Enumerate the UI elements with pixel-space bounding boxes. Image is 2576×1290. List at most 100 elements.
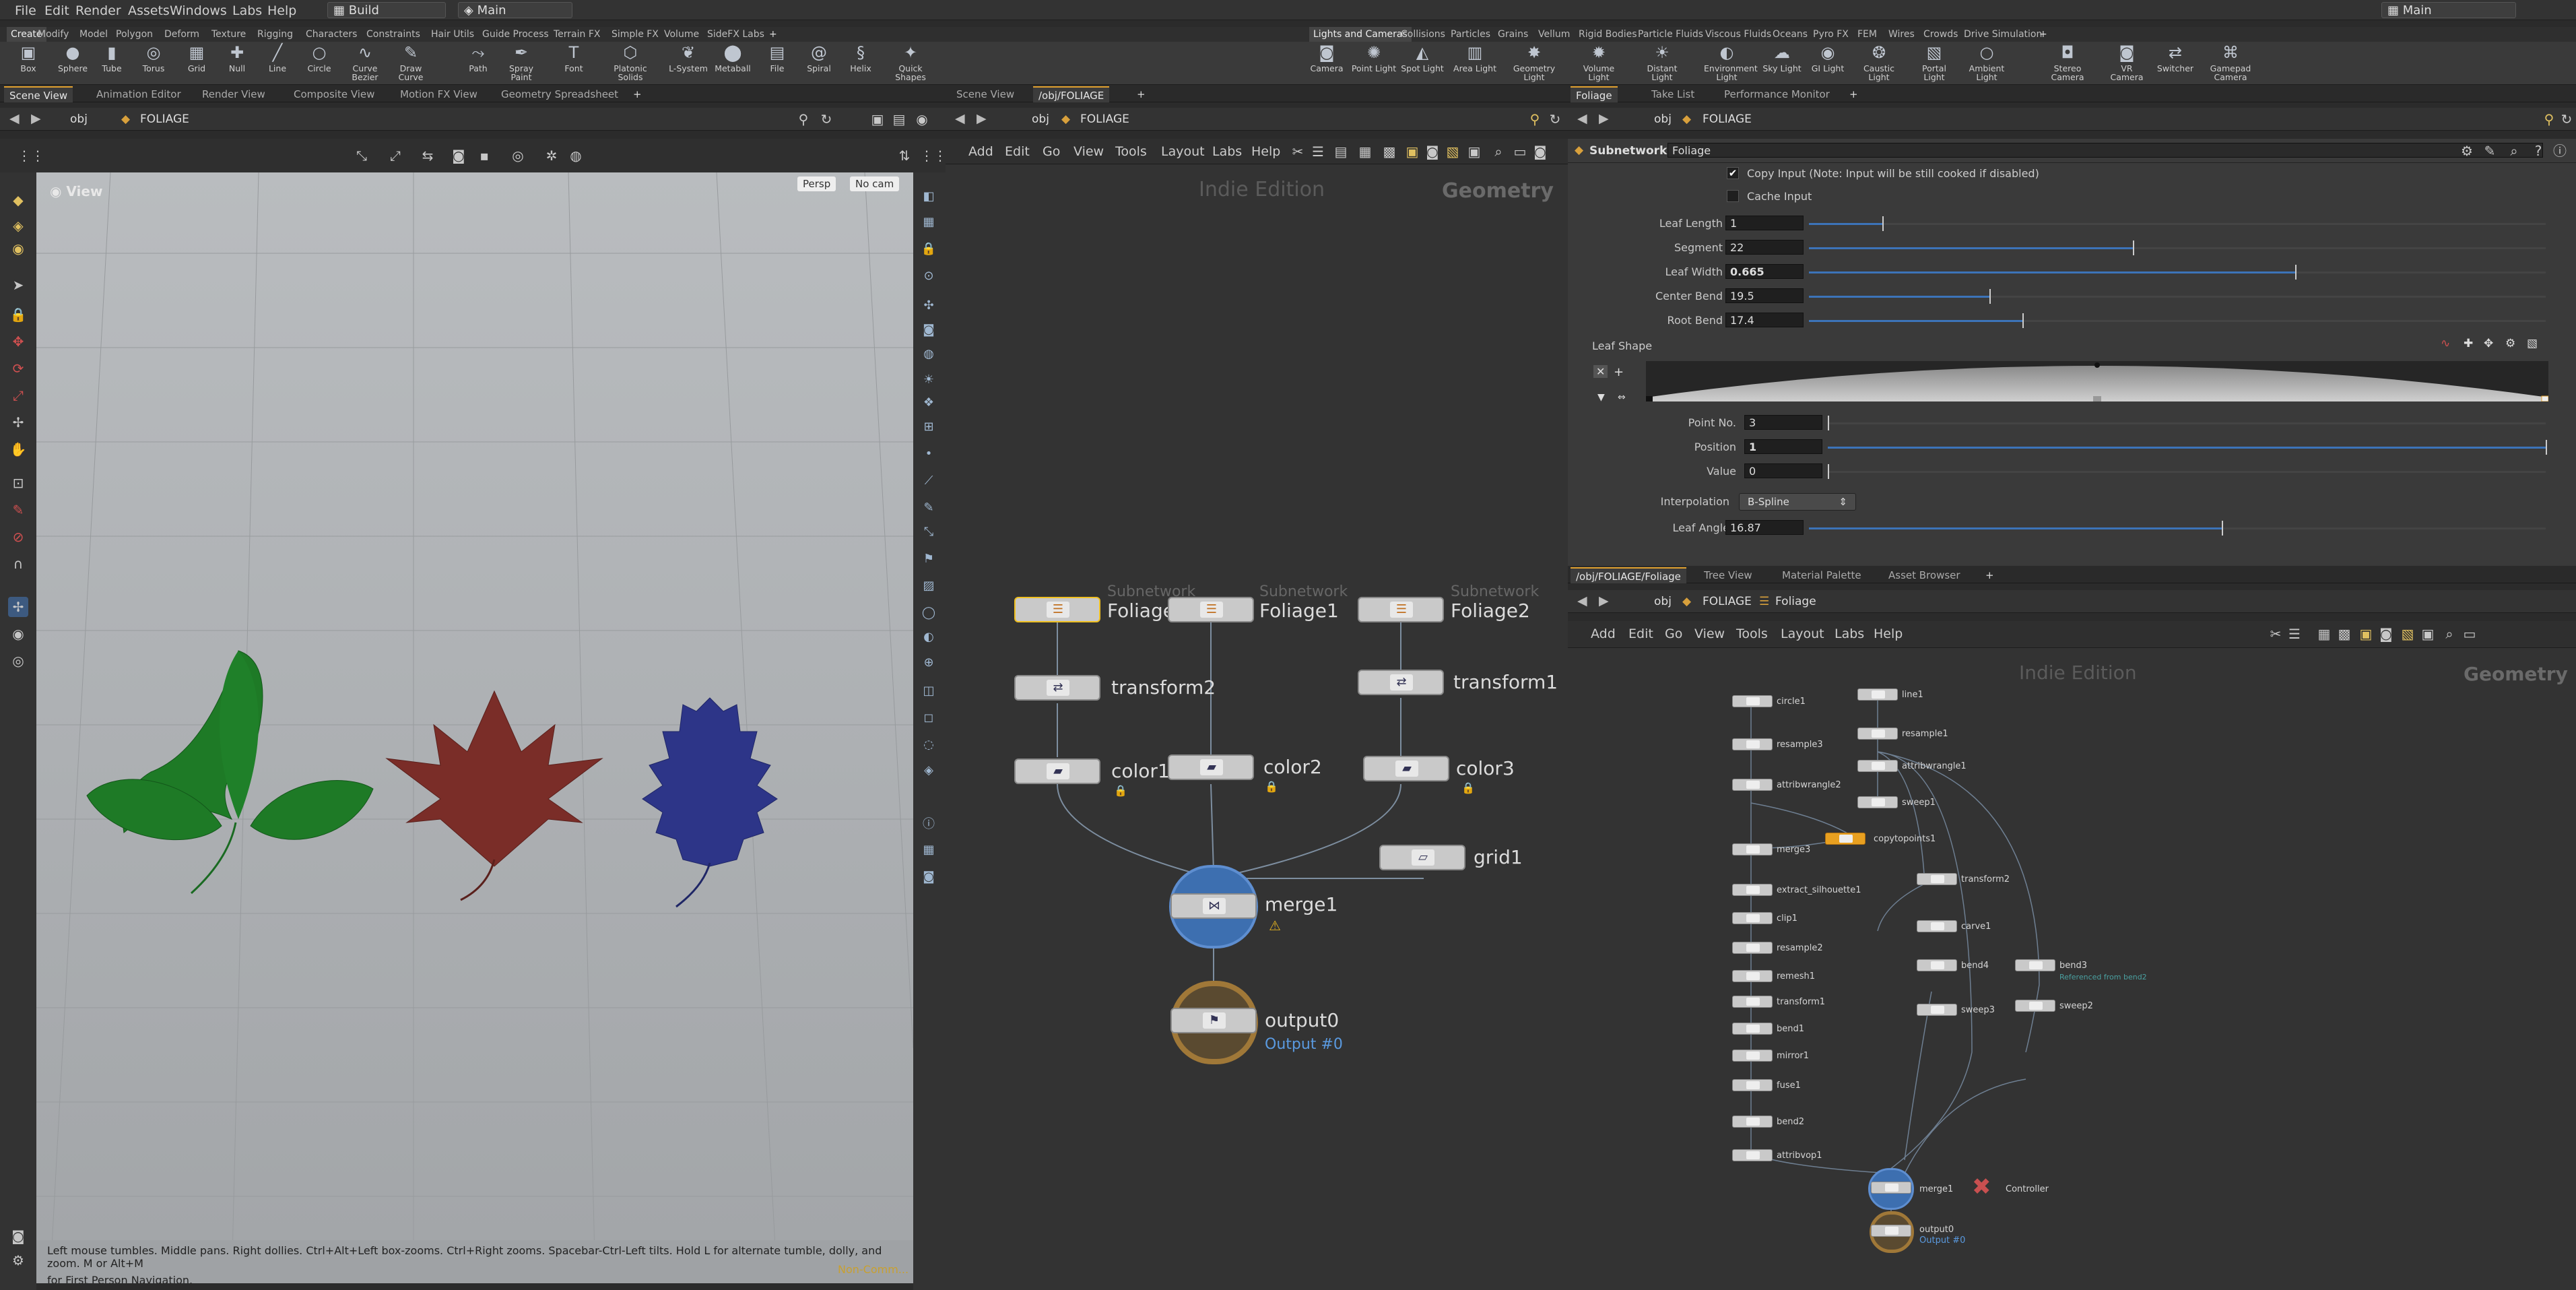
attribwrangle2-node[interactable] xyxy=(1732,779,1773,791)
display-visualize-icon[interactable]: ◍ xyxy=(920,345,937,364)
display-vert-icon[interactable]: ⊕ xyxy=(920,653,937,672)
shelf-tool-camera[interactable]: ◙ Camera xyxy=(1304,43,1350,73)
shelf-add-tab-icon[interactable]: + xyxy=(765,27,781,42)
display-camera-icon[interactable]: ◙ xyxy=(920,321,937,340)
render-region-icon[interactable]: ◍ xyxy=(567,147,585,164)
shelf-tab-modify[interactable]: Modify xyxy=(34,27,73,42)
rotate-icon[interactable]: ⟳ xyxy=(8,358,28,379)
shelf-tool-l-system[interactable]: ❦ L-System xyxy=(665,43,711,73)
center-bend-slider[interactable] xyxy=(1809,289,2546,304)
shelf-tool-metaball[interactable]: ⬤ Metaball xyxy=(710,43,756,73)
shelf-tab-crowds[interactable]: Crowds xyxy=(1919,27,1962,42)
shelf-tool-grid[interactable]: ▦ Grid xyxy=(174,43,220,73)
desktop-dropdown[interactable]: ▦ Build xyxy=(327,2,446,18)
shelf-tool-curve-bezier[interactable]: ∿ Curve Bezier xyxy=(342,43,388,82)
shelf-tab-guide-process[interactable]: Guide Process xyxy=(478,27,553,42)
shelf-tab-vellum[interactable]: Vellum xyxy=(1534,27,1574,42)
circle1-node[interactable] xyxy=(1732,695,1773,707)
merge3-node[interactable] xyxy=(1732,843,1773,856)
path-segment-foliage-sub[interactable]: Foliage xyxy=(1775,595,1816,608)
refresh-icon-3[interactable]: ↻ xyxy=(2558,110,2575,128)
net-grid-icon[interactable]: ▦ xyxy=(1356,143,1374,160)
handle-icon[interactable]: ✢ xyxy=(8,412,28,432)
path-segment-foliage-3[interactable]: FOLIAGE xyxy=(1703,112,1752,126)
ramp-position-slider-knob[interactable] xyxy=(2546,440,2547,455)
ramp-editor[interactable] xyxy=(1646,361,2548,401)
geometry-mode-icon[interactable]: ◉ xyxy=(8,238,28,259)
sub-menu-add[interactable]: Add xyxy=(1591,626,1616,641)
shelf-tab-terrain-fx[interactable]: Terrain FX xyxy=(550,27,605,42)
sub-output0-node[interactable] xyxy=(1871,1225,1911,1237)
segment-slider-knob[interactable] xyxy=(2133,240,2135,255)
menu-file[interactable]: File xyxy=(15,3,36,18)
ramp-settings-icon[interactable]: ⚙ xyxy=(2505,337,2515,350)
shelf-tool-volume-light[interactable]: ✹ Volume Light xyxy=(1576,43,1622,82)
sub-tools-icon[interactable]: ✂ xyxy=(2267,625,2284,643)
shelf-tab-characters[interactable]: Characters xyxy=(302,27,361,42)
net-menu-view[interactable]: View xyxy=(1074,144,1104,159)
display-menu-icon[interactable]: ⇅ xyxy=(896,147,913,164)
select-mode-icon[interactable]: ◆ xyxy=(8,190,28,210)
path-segment-obj-3[interactable]: obj xyxy=(1654,112,1672,126)
tab-material-palette[interactable]: Material Palette xyxy=(1777,567,1867,583)
shelf-tab-simple-fx[interactable]: Simple FX xyxy=(607,27,663,42)
snap-curve-icon[interactable]: ⇆ xyxy=(419,147,436,164)
pin-icon-2[interactable]: ⚲ xyxy=(1526,110,1544,128)
tab-performance-monitor[interactable]: Performance Monitor xyxy=(1719,86,1835,102)
resample1-node[interactable] xyxy=(1857,728,1898,740)
paint-icon[interactable]: ⊘ xyxy=(8,527,28,547)
controller-icon[interactable]: ✖ xyxy=(1972,1173,1991,1200)
copy-input-checkbox[interactable]: ✔ xyxy=(1727,167,1739,179)
context-dropdown[interactable]: ◈ Main xyxy=(458,2,572,18)
ramp-insert-icon[interactable]: + xyxy=(1614,365,1624,379)
transform2-node[interactable]: ⇄ xyxy=(1014,675,1100,701)
root-bend-slider-knob[interactable] xyxy=(2022,313,2024,328)
sub-image-icon[interactable]: ◙ xyxy=(2377,625,2395,643)
net-menu-go[interactable]: Go xyxy=(1043,144,1060,159)
clip1-node[interactable] xyxy=(1732,912,1773,924)
net-list-icon[interactable]: ☰ xyxy=(1309,143,1327,160)
forward-arrow-icon-3[interactable]: ▶ xyxy=(1599,111,1609,126)
segment-field[interactable]: 22 xyxy=(1725,240,1804,255)
path-segment-obj-4[interactable]: obj xyxy=(1654,595,1672,608)
forward-arrow-icon-2[interactable]: ▶ xyxy=(977,111,987,126)
search-params-icon[interactable]: ⌕ xyxy=(2505,142,2523,160)
leaf-width-slider-knob[interactable] xyxy=(2295,265,2297,280)
camera-tool-icon[interactable]: ◉ xyxy=(8,624,28,644)
shelf-tab-deform[interactable]: Deform xyxy=(160,27,203,42)
tab-geometry-spreadsheet[interactable]: Geometry Spreadsheet xyxy=(496,86,624,102)
viewport-grid-icon[interactable]: ⋮⋮ xyxy=(920,147,947,164)
sub-list-icon[interactable]: ☰ xyxy=(2286,625,2303,643)
bend3-node[interactable] xyxy=(2015,959,2055,971)
output0-node[interactable]: ⚑ xyxy=(1170,1008,1257,1033)
shelf-tool-path[interactable]: ⤳ Path xyxy=(455,43,501,73)
add-tab-icon-3[interactable]: + xyxy=(1844,86,1863,102)
display-lock-icon[interactable]: 🔒 xyxy=(920,240,937,259)
net-layout-icon[interactable]: ▩ xyxy=(1381,143,1398,160)
frame-icon[interactable]: ▪ xyxy=(475,147,493,164)
shelf-tool-gi-light[interactable]: ◉ GI Light xyxy=(1805,43,1851,73)
right-desktop-dropdown[interactable]: ▦ Main xyxy=(2381,2,2516,18)
object-mode-icon[interactable]: ◈ xyxy=(8,216,28,236)
tab-animation-editor[interactable]: Animation Editor xyxy=(91,86,187,102)
camera-link-icon[interactable]: ◙ xyxy=(450,147,467,164)
render-tool-icon[interactable]: ◎ xyxy=(8,651,28,671)
shelf-tab-viscous-fluids[interactable]: Viscous Fluids xyxy=(1701,27,1775,42)
shelf-tool-geometry-light[interactable]: ✸ Geometry Light xyxy=(1511,43,1557,82)
brush-params-icon[interactable]: ✎ xyxy=(2481,142,2499,160)
refresh-icon-2[interactable]: ↻ xyxy=(1546,110,1564,128)
shelf-tab-hair-utils[interactable]: Hair Utils xyxy=(427,27,478,42)
sub-note-icon[interactable]: ▧ xyxy=(2399,625,2416,643)
bend1-node[interactable] xyxy=(1732,1023,1773,1035)
pin-icon[interactable]: ▣ xyxy=(869,110,886,128)
center-bend-field[interactable]: 19.5 xyxy=(1725,288,1804,303)
display-select-icon[interactable]: ▨ xyxy=(920,577,937,595)
display-face-icon[interactable]: ◻ xyxy=(920,709,937,728)
tab-scene-view-2[interactable]: Scene View xyxy=(951,86,1020,102)
node-name-field[interactable]: Foliage xyxy=(1667,143,2543,158)
display-geometry-icon[interactable]: ❖ xyxy=(920,393,937,412)
display-info-icon[interactable]: ⓘ xyxy=(920,815,937,834)
net-note-icon[interactable]: ▧ xyxy=(1444,143,1461,160)
display-edge-icon[interactable]: ◫ xyxy=(920,682,937,701)
shelf-tool-switcher[interactable]: ⇄ Switcher xyxy=(2152,43,2198,73)
